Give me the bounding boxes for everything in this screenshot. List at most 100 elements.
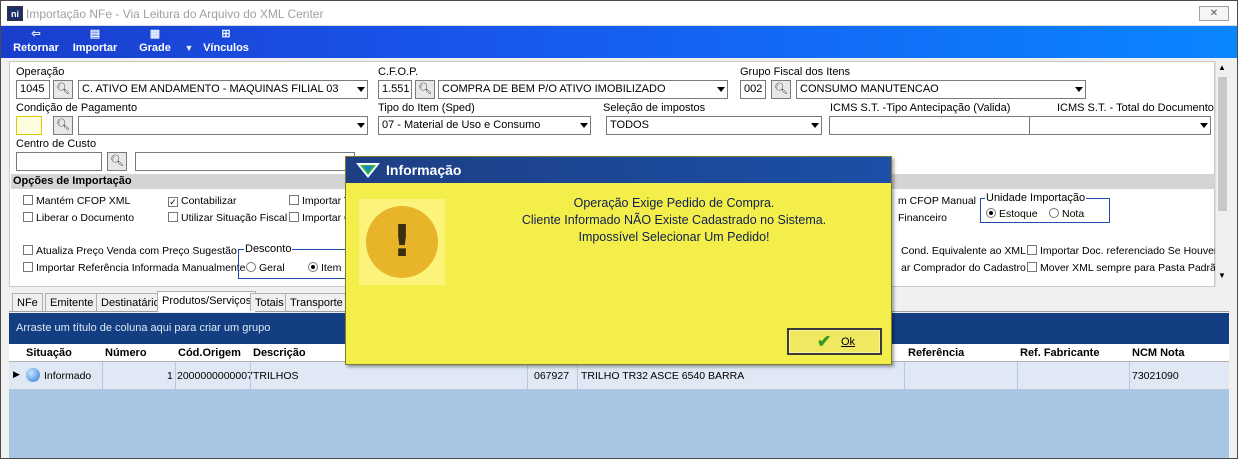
centro-code-field[interactable] bbox=[16, 152, 102, 171]
chevron-down-icon bbox=[811, 123, 819, 128]
importar-button[interactable]: ▤ Importar bbox=[69, 26, 121, 58]
cfop-search-button[interactable]: 🔍︎ bbox=[415, 80, 435, 99]
icms-total-label: ICMS S.T. - Total do Documento bbox=[1057, 102, 1214, 114]
col-referencia[interactable]: Referência bbox=[908, 347, 964, 359]
condicao-code-field[interactable] bbox=[16, 116, 42, 135]
condicao-search-button[interactable]: 🔍︎ bbox=[53, 116, 73, 135]
cell-codigo: 067927 bbox=[534, 370, 570, 382]
operacao-code-field[interactable]: 1045 bbox=[16, 80, 50, 99]
unidade-label: Unidade Importação bbox=[985, 192, 1087, 204]
chevron-down-icon bbox=[580, 123, 588, 128]
table-row[interactable]: ▶ Informado 1 2000000000007 TRILHOS 0679… bbox=[9, 362, 1229, 390]
grupo-label: Grupo Fiscal dos Itens bbox=[740, 66, 851, 78]
col-ref-fabricante[interactable]: Ref. Fabricante bbox=[1020, 347, 1099, 359]
unidade-nota-radio[interactable]: Nota bbox=[1049, 208, 1084, 220]
desconto-label: Desconto bbox=[244, 243, 293, 255]
toolbar: ⇦ Retornar ▤ Importar ▦ Grade ▼ ⊞ Víncul… bbox=[1, 26, 1237, 58]
info-dialog: Informação ! Operação Exige Pedido de Co… bbox=[345, 156, 892, 365]
check-icon: ✔ bbox=[817, 332, 832, 351]
scrollbar-thumb[interactable] bbox=[1218, 77, 1227, 211]
unidade-estoque-radio[interactable]: Estoque bbox=[986, 208, 1038, 220]
operacao-search-button[interactable]: 🔍︎ bbox=[53, 80, 73, 99]
utilizar-situacao-checkbox[interactable]: Utilizar Situação Fiscal bbox=[168, 212, 287, 224]
grade-dropdown-arrow[interactable]: ▼ bbox=[183, 26, 195, 58]
cell-descricao-produto: TRILHO TR32 ASCE 6540 BARRA bbox=[581, 370, 745, 382]
icms-total-select[interactable] bbox=[1029, 116, 1211, 135]
ok-button[interactable]: ✔ Ok bbox=[787, 328, 882, 355]
condicao-label: Condição de Pagamento bbox=[16, 102, 138, 114]
grupo-code-field[interactable]: 002 bbox=[740, 80, 766, 99]
col-descricao[interactable]: Descrição bbox=[253, 347, 306, 359]
col-numero[interactable]: Número bbox=[105, 347, 147, 359]
chevron-down-icon[interactable]: ▼ bbox=[1218, 271, 1226, 280]
retornar-button[interactable]: ⇦ Retornar bbox=[11, 26, 61, 58]
dialog-title-bar: Informação bbox=[346, 157, 891, 183]
warning-icon: ! bbox=[366, 206, 438, 278]
chevron-up-icon[interactable]: ▲ bbox=[1218, 63, 1226, 72]
cell-numero: 1 bbox=[167, 370, 173, 382]
tipo-item-label: Tipo do Item (Sped) bbox=[378, 102, 475, 114]
operacao-select[interactable]: C. ATIVO EM ANDAMENTO - MAQUINAS FILIAL … bbox=[78, 80, 368, 99]
dialog-message: Operação Exige Pedido de Compra. Cliente… bbox=[464, 195, 884, 246]
importar-t-checkbox[interactable]: Importar T bbox=[289, 195, 350, 207]
search-icon: 🔍︎ bbox=[56, 83, 70, 95]
liberar-documento-checkbox[interactable]: Liberar o Documento bbox=[23, 212, 134, 224]
importar-doc-ref-checkbox[interactable]: Importar Doc. referenciado Se Houver bbox=[1027, 245, 1217, 257]
centro-select[interactable] bbox=[135, 152, 355, 171]
desconto-geral-radio[interactable]: Geral bbox=[246, 262, 285, 274]
selecao-label: Seleção de impostos bbox=[603, 102, 706, 114]
cfop-code-field[interactable]: 1.551 bbox=[378, 80, 412, 99]
message-line-2: Cliente Informado NÃO Existe Cadastrado … bbox=[521, 213, 827, 227]
col-ncm[interactable]: NCM Nota bbox=[1132, 347, 1185, 359]
grupo-select[interactable]: CONSUMO MANUTENCAO bbox=[796, 80, 1086, 99]
main-window: ni Importação NFe - Via Leitura do Arqui… bbox=[0, 0, 1238, 459]
financeiro-label: Financeiro bbox=[898, 212, 948, 224]
contabilizar-checkbox[interactable]: ✓ Contabilizar bbox=[168, 195, 236, 207]
col-cod-origem[interactable]: Cód.Origem bbox=[178, 347, 241, 359]
col-situacao[interactable]: Situação bbox=[26, 347, 72, 359]
tab-transporte[interactable]: Transporte bbox=[285, 293, 348, 311]
icms-tipo-select[interactable] bbox=[829, 116, 1047, 135]
mover-xml-checkbox[interactable]: Mover XML sempre para Pasta Padrão bbox=[1027, 262, 1222, 274]
cfop-select[interactable]: COMPRA DE BEM P/O ATIVO IMOBILIZADO bbox=[438, 80, 728, 99]
tab-totais[interactable]: Totais bbox=[250, 293, 289, 311]
selecao-select[interactable]: TODOS bbox=[606, 116, 822, 135]
tab-emitente[interactable]: Emitente bbox=[45, 293, 99, 311]
comprador-cadastro-label: ar Comprador do Cadastro bbox=[901, 262, 1026, 274]
atualiza-preco-checkbox[interactable]: Atualiza Preço Venda com Preço Sugestão bbox=[23, 245, 237, 257]
window-title: Importação NFe - Via Leitura do Arquivo … bbox=[26, 7, 324, 21]
close-button[interactable]: ✕ bbox=[1199, 6, 1229, 21]
cond-equivalente-label: Cond. Equivalente ao XML bbox=[901, 245, 1026, 257]
warning-panel: ! bbox=[359, 199, 445, 285]
tab-destinatario[interactable]: Destinatário bbox=[96, 293, 165, 311]
mantem-cfop-checkbox[interactable]: Mantém CFOP XML bbox=[23, 195, 130, 207]
grupo-search-button[interactable]: 🔍︎ bbox=[771, 80, 791, 99]
chevron-down-icon bbox=[1075, 87, 1083, 92]
document-icon: ▤ bbox=[89, 28, 101, 40]
operacao-label: Operação bbox=[16, 66, 65, 78]
chevron-down-icon bbox=[357, 87, 365, 92]
chevron-down-icon bbox=[1200, 123, 1208, 128]
status-icon bbox=[26, 368, 40, 382]
grid-icon: ▦ bbox=[149, 28, 161, 40]
form-scrollbar[interactable]: ▲ ▼ bbox=[1215, 61, 1229, 287]
title-bar: ni Importação NFe - Via Leitura do Arqui… bbox=[1, 1, 1237, 26]
tab-produtos-servicos[interactable]: Produtos/Serviços bbox=[157, 291, 257, 312]
desconto-item-radio[interactable]: Item bbox=[308, 262, 341, 274]
logo-icon bbox=[356, 163, 380, 178]
tab-nfe[interactable]: NFe bbox=[12, 293, 43, 311]
chevron-down-icon bbox=[717, 87, 725, 92]
cfop-manual-label: m CFOP Manual bbox=[898, 195, 976, 207]
tipo-item-select[interactable]: 07 - Material de Uso e Consumo bbox=[378, 116, 591, 135]
importar-c-checkbox[interactable]: Importar C bbox=[289, 212, 352, 224]
centro-search-button[interactable]: 🔍︎ bbox=[107, 152, 127, 171]
links-icon: ⊞ bbox=[221, 28, 231, 40]
search-icon: 🔍︎ bbox=[774, 83, 788, 95]
importar-referencia-checkbox[interactable]: Importar Referência Informada Manualment… bbox=[23, 262, 246, 274]
grade-button[interactable]: ▦ Grade bbox=[137, 26, 173, 58]
app-icon: ni bbox=[7, 6, 23, 21]
cell-situacao: Informado bbox=[44, 370, 92, 382]
condicao-select[interactable] bbox=[78, 116, 368, 135]
vinculos-button[interactable]: ⊞ Vínculos bbox=[201, 26, 251, 58]
return-icon: ⇦ bbox=[31, 28, 41, 40]
